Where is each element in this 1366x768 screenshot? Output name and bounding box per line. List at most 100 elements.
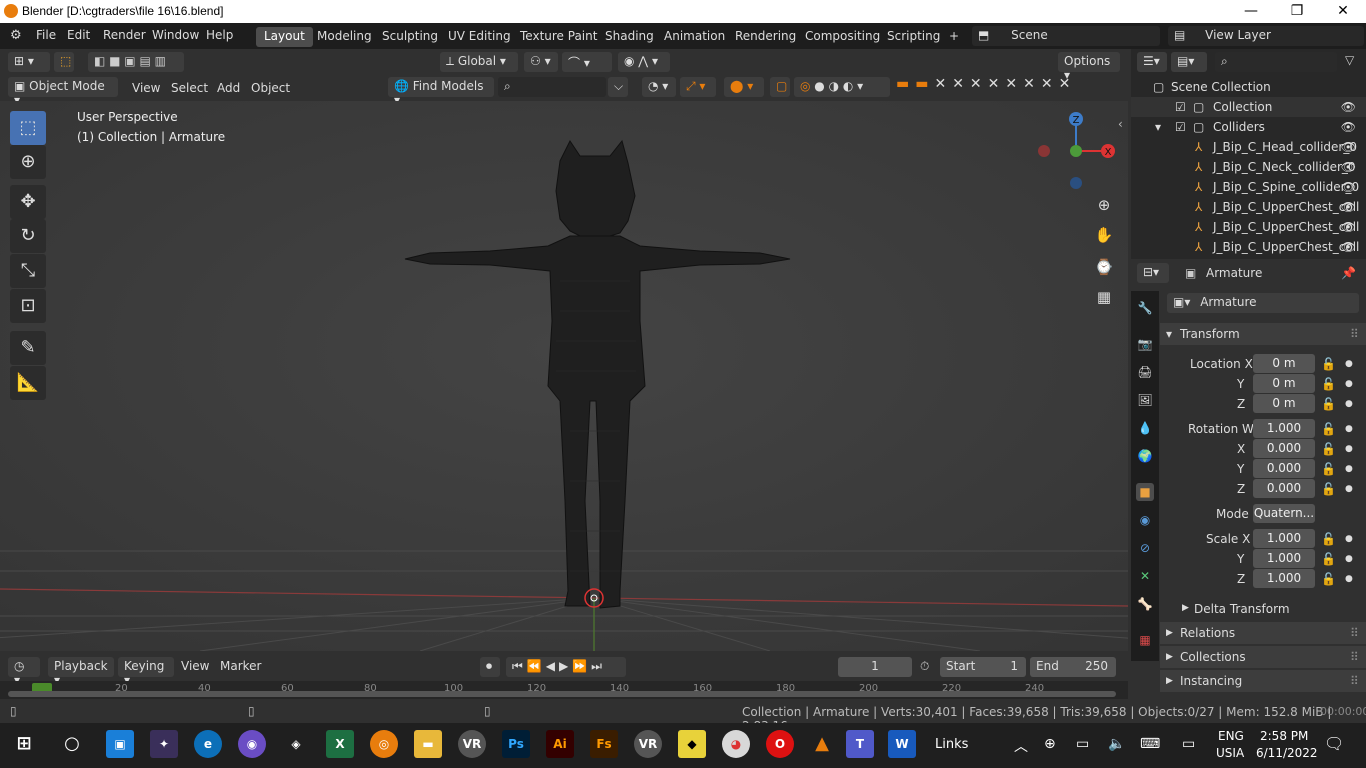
instancing-panel-header[interactable]: ▶ Instancing ⠿ [1160,670,1366,692]
scale-tool-icon[interactable]: ⤡ [10,254,46,288]
lock-icon[interactable]: 🔓 [1321,357,1336,371]
record-icon[interactable]: ⏺ [480,657,500,677]
battery-icon[interactable]: ▭ [1076,736,1089,752]
tab-modeling[interactable]: Modeling [309,27,380,47]
lock-icon[interactable]: 🔓 [1321,442,1336,456]
keyboard-icon[interactable]: ⌨ [1140,736,1160,752]
delta-transform-subpanel[interactable]: ▶ Delta Transform [1170,600,1366,620]
world-tab-icon[interactable]: 🌍 [1136,447,1154,465]
keyframe-dot-icon[interactable]: ● [1345,359,1353,369]
tab-shading[interactable]: Shading [597,27,662,47]
app-icon[interactable]: Fs [590,730,618,758]
object-tab-icon[interactable]: ■ [1136,483,1154,501]
eye-icon[interactable]: 👁 [1341,240,1356,254]
measure-tool-icon[interactable]: 📐 [10,366,46,400]
addon-buttons-row[interactable]: ▬▬✕✕✕✕✕✕✕✕ [896,76,1106,98]
blender-taskbar-icon[interactable]: ◎ [370,730,398,758]
gizmo-toggle-icon[interactable]: ⤢ ▾ [680,77,716,97]
outliner-row-object[interactable]: ⅄ J_Bip_C_UpperChest_coll 👁 [1131,217,1366,237]
lock-icon[interactable]: 🔓 [1321,462,1336,476]
menu-window[interactable]: Window [152,28,199,42]
options-dropdown[interactable]: Options ▾ [1058,52,1120,82]
restore-button[interactable]: ❐ [1274,0,1320,23]
input-language[interactable]: ENG [1218,729,1244,743]
outliner-row-collection[interactable]: ☑ ▢ Collection 👁 [1131,97,1366,117]
output-tab-icon[interactable]: 🖨 [1136,363,1154,381]
menu-help[interactable]: Help [206,28,233,42]
network-globe-icon[interactable]: ⊕ [1044,736,1056,752]
links-toolbar[interactable]: Links [935,737,968,752]
scene-tab-icon[interactable]: 💧 [1136,419,1154,437]
input-region[interactable]: USIA [1216,746,1244,760]
annotate-tool-icon[interactable]: ✎ [10,331,46,365]
object-mode-dropdown[interactable]: ▣ Object Mode ▾ [8,77,118,107]
vr-app-icon[interactable]: VR [458,730,486,758]
menu-render[interactable]: Render [103,28,146,42]
tab-compositing[interactable]: Compositing [797,27,888,47]
keyframe-dot-icon[interactable]: ● [1345,399,1353,409]
windows-start-icon[interactable]: ⊞ [10,730,38,758]
outliner-row-object[interactable]: ⅄ J_Bip_C_Neck_collider_0 👁 [1131,157,1366,177]
rotation-x-field[interactable]: 0.000 [1253,439,1315,458]
eye-icon[interactable]: 👁 [1341,100,1356,114]
keyframe-dot-icon[interactable]: ● [1345,379,1353,389]
drag-handle-icon[interactable]: ⠿ [1350,327,1359,341]
view-layer-selector[interactable]: ▤ View Layer [1168,26,1364,46]
menu-add[interactable]: Add [217,81,240,95]
notification-icon[interactable]: 🗨 [1324,734,1344,753]
volume-icon[interactable]: 🔈 [1108,736,1125,752]
unity-icon[interactable]: ◈ [282,730,310,758]
find-models-dropdown[interactable]: 🌐 Find Models ▾ [388,77,494,107]
editor-type-icon[interactable]: ⊞ ▾ [8,52,50,72]
armature-data-tab-icon[interactable]: 🦴 [1136,595,1154,613]
illustrator-icon[interactable]: Ai [546,730,574,758]
keyframe-dot-icon[interactable]: ● [1345,574,1353,584]
3d-viewport[interactable]: User Perspective (1) Collection | Armatu… [0,101,1128,651]
add-workspace-button[interactable]: + [941,27,967,47]
outliner-row-object[interactable]: ⅄ J_Bip_C_Head_collider_0 👁 [1131,137,1366,157]
selection-mode-icons[interactable]: ◧ ■ ▣ ▤ ▥ [88,52,184,72]
lock-icon[interactable]: 🔓 [1321,572,1336,586]
texture-tab-icon[interactable]: ▦ [1136,631,1154,649]
tab-animation[interactable]: Animation [656,27,733,47]
lock-icon[interactable]: 🔓 [1321,552,1336,566]
ortho-grid-icon[interactable]: ▦ [1092,285,1116,309]
outliner-row-object[interactable]: ⅄ J_Bip_C_Spine_collider_0 👁 [1131,177,1366,197]
shading-mode-icons[interactable]: ◎ ● ◑ ◐ ▾ [794,77,890,97]
outliner-filter-icon[interactable]: ▽ [1345,53,1354,67]
scale-y-field[interactable]: 1.000 [1253,549,1315,568]
outliner-row-colliders[interactable]: ▾ ☑ ▢ Colliders 👁 [1131,117,1366,137]
start-frame-field[interactable]: Start 1 [940,657,1026,677]
word-icon[interactable]: W [888,730,916,758]
visibility-icon[interactable]: ◔ ▾ [642,77,676,97]
move-tool-icon[interactable]: ✥ [10,185,46,219]
app-icon[interactable]: ✦ [150,730,178,758]
opera-icon[interactable]: O [766,730,794,758]
sidebar-toggle-icon[interactable]: ‹ [1118,117,1123,131]
transform-tool-icon[interactable]: ⊡ [10,289,46,323]
xray-icon[interactable]: ▢ [770,77,790,97]
keying-dropdown[interactable]: Keying ▾ [118,657,174,687]
stopwatch-icon[interactable]: ⏱ [920,659,929,674]
properties-editor-icon[interactable]: ⊟▾ [1137,263,1169,283]
drag-handle-icon[interactable]: ⠿ [1350,626,1359,640]
edge-browser-icon[interactable]: e [194,730,222,758]
tab-scripting[interactable]: Scripting [879,27,948,47]
location-z-field[interactable]: 0 m [1253,394,1315,413]
outliner-row-scene-collection[interactable]: ▢ Scene Collection [1131,77,1366,97]
app-icon[interactable]: ◆ [678,730,706,758]
snap-icon[interactable]: ⌒ ▾ [562,52,612,72]
find-models-search-input[interactable]: ⌕ [498,77,606,97]
outliner-editor-icon[interactable]: ☰▾ [1137,52,1167,72]
timeline-ruler[interactable]: 20 40 60 80 100 120 140 160 180 200 220 … [0,681,1128,699]
transform-panel-header[interactable]: ▾ Transform ⠿ [1160,323,1366,345]
modifiers-tab-icon[interactable]: ◉ [1136,511,1154,529]
menu-select[interactable]: Select [171,81,208,95]
timeline-marker-menu[interactable]: Marker [220,659,261,673]
eye-icon[interactable]: 👁 [1341,160,1356,174]
cortana-icon[interactable]: ○ [58,730,86,758]
app-icon[interactable]: ◉ [238,730,266,758]
collections-panel-header[interactable]: ▶ Collections ⠿ [1160,646,1366,668]
display-icon[interactable]: ▭ [1182,736,1195,752]
menu-view[interactable]: View [132,81,160,95]
